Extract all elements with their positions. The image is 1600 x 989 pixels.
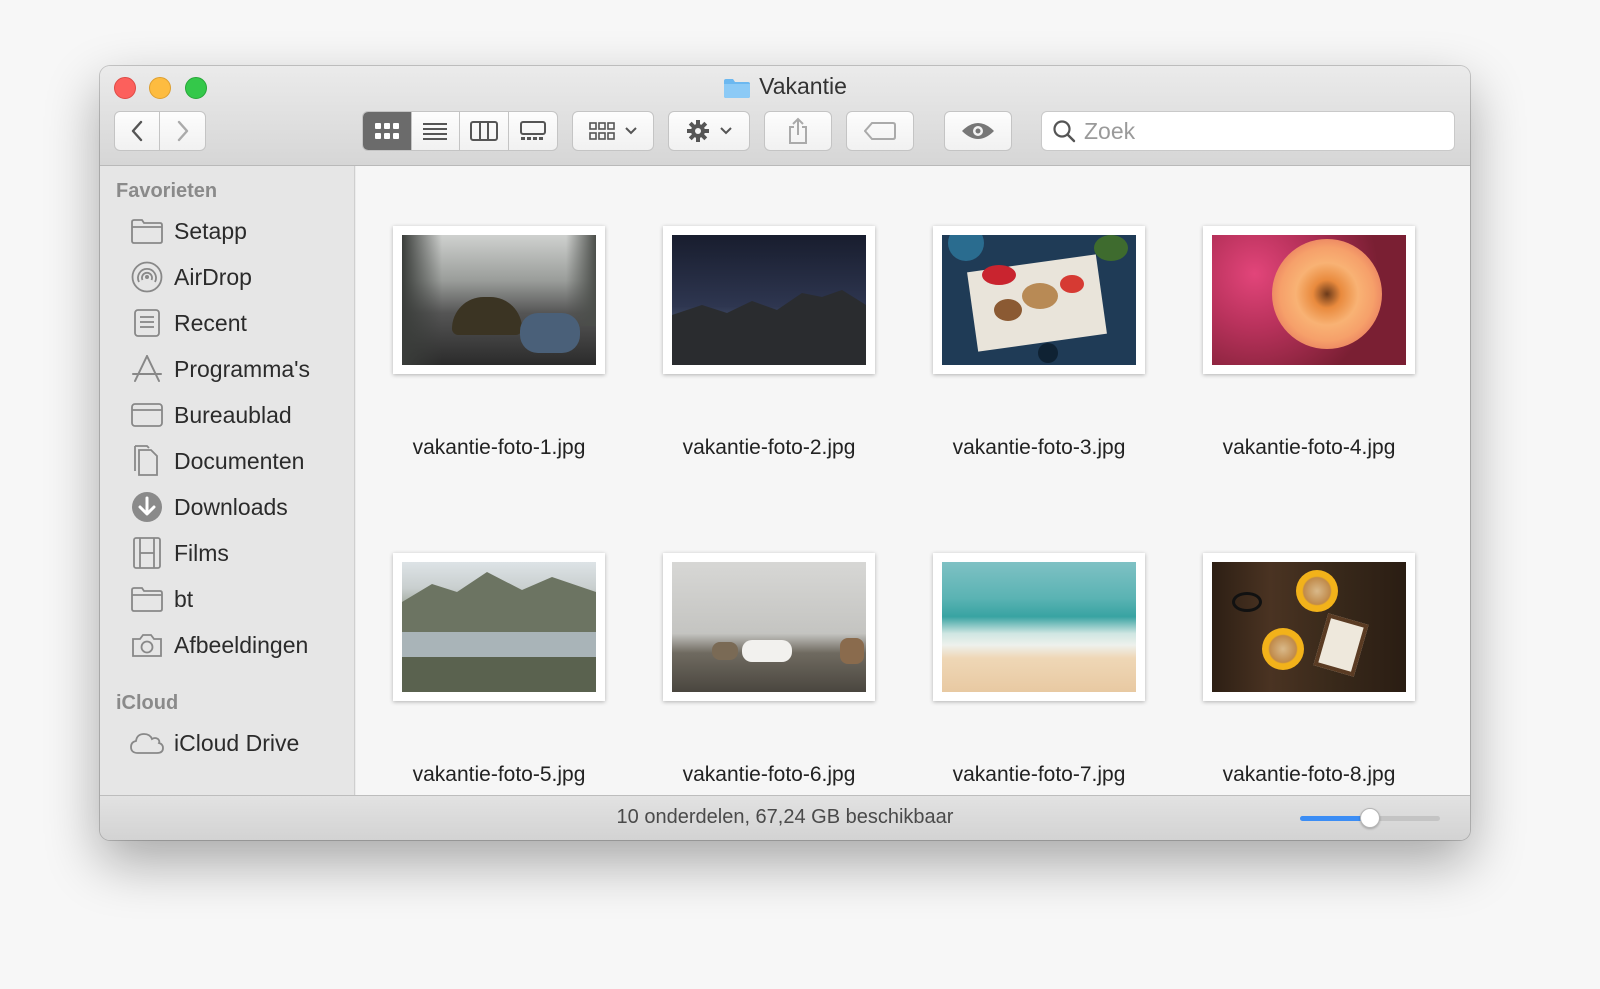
file-name: vakantie-foto-8.jpg [1222, 763, 1396, 786]
file-name: vakantie-foto-5.jpg [412, 763, 586, 786]
list-icon [423, 123, 448, 140]
folder-icon [723, 77, 751, 98]
sidebar-item-label: Setapp [174, 217, 247, 244]
file-thumbnail [663, 553, 875, 701]
sidebar-item-pictures[interactable]: Afbeeldingen [130, 625, 350, 665]
downloads-icon [130, 490, 164, 524]
sidebar-item-label: Recent [174, 309, 247, 336]
file-name: vakantie-foto-2.jpg [682, 436, 856, 459]
chevron-down-icon [625, 127, 637, 135]
sidebar-item-airdrop[interactable]: AirDrop [130, 257, 350, 297]
file-name: vakantie-foto-1.jpg [412, 436, 586, 459]
chevron-left-icon [131, 120, 143, 142]
file-name: vakantie-foto-6.jpg [682, 763, 856, 786]
icon-view-button[interactable] [363, 112, 412, 150]
list-view-button[interactable] [412, 112, 460, 150]
file-name: vakantie-foto-4.jpg [1222, 436, 1396, 459]
sidebar: Favorieten Setapp AirDrop Recent Program… [100, 166, 355, 795]
icloud-heading: iCloud [116, 692, 179, 714]
sidebar-item-label: bt [174, 585, 194, 612]
file-thumbnail [1203, 226, 1415, 374]
sidebar-item-label: Downloads [174, 493, 288, 520]
sidebar-item-recent[interactable]: Recent [130, 303, 350, 343]
file-thumbnail [933, 553, 1145, 701]
sidebar-item-label: Documenten [174, 447, 305, 474]
applications-icon [130, 352, 164, 386]
slider-knob[interactable] [1360, 808, 1380, 828]
column-view-button[interactable] [460, 112, 509, 150]
sidebar-item-films[interactable]: Films [130, 533, 350, 573]
window-title-text: Vakantie [759, 73, 847, 99]
columns-icon [469, 121, 498, 141]
file-thumbnail [393, 226, 605, 374]
share-icon [789, 117, 807, 144]
view-mode-control [362, 111, 558, 151]
tag-icon [864, 122, 896, 140]
group-by-button[interactable] [572, 111, 654, 151]
gallery-icon [519, 121, 546, 140]
sidebar-item-applications[interactable]: Programma's [130, 349, 350, 389]
grid-icon [374, 123, 399, 139]
back-button[interactable] [115, 112, 161, 150]
sidebar-item-label: iCloud Drive [174, 729, 300, 756]
camera-icon [130, 628, 164, 662]
chevron-right-icon [177, 120, 188, 142]
sidebar-item-documents[interactable]: Documenten [130, 441, 350, 481]
cloud-icon [130, 726, 164, 760]
file-name: vakantie-foto-3.jpg [952, 436, 1126, 459]
file-thumbnail [663, 226, 875, 374]
file-thumbnail [933, 226, 1145, 374]
sidebar-item-bt[interactable]: bt [130, 579, 350, 619]
search-field[interactable] [1041, 111, 1455, 151]
eye-icon [962, 123, 994, 139]
sidebar-item-setapp[interactable]: Setapp [130, 211, 350, 251]
sidebar-item-desktop[interactable]: Bureaublad [130, 395, 350, 435]
share-button[interactable] [764, 111, 832, 151]
search-icon [1053, 120, 1076, 143]
documents-icon [130, 444, 164, 478]
folder-icon [130, 214, 164, 248]
finder-window: Vakantie Zoek Favorieten Setapp AirDrop … [100, 66, 1470, 840]
forward-button[interactable] [160, 112, 205, 150]
gallery-view-button[interactable] [509, 112, 558, 150]
film-icon [130, 536, 164, 570]
quicklook-button[interactable] [944, 111, 1012, 151]
status-text: 10 onderdelen, 67,24 GB beschikbaar [616, 806, 954, 828]
sidebar-item-label: Afbeeldingen [174, 631, 309, 658]
file-thumbnail [393, 553, 605, 701]
sidebar-item-downloads[interactable]: Downloads [130, 487, 350, 527]
sidebar-item-icloud-drive[interactable]: iCloud Drive [130, 723, 350, 763]
airdrop-icon [130, 260, 164, 294]
chevron-down-icon [720, 127, 732, 135]
file-name: vakantie-foto-7.jpg [952, 763, 1126, 786]
icon-size-slider[interactable] [1300, 808, 1440, 828]
sidebar-item-label: AirDrop [174, 263, 252, 290]
favorites-heading: Favorieten [116, 180, 218, 202]
toolbar: Vakantie [100, 66, 1470, 166]
desktop-icon [130, 398, 164, 432]
file-thumbnail [1203, 553, 1415, 701]
sidebar-item-label: Films [174, 539, 229, 566]
gear-icon [687, 120, 709, 142]
search-input[interactable] [1084, 117, 1444, 145]
action-button[interactable] [668, 111, 750, 151]
recent-icon [130, 306, 164, 340]
nav-buttons [114, 111, 206, 151]
window-title: Vakantie [100, 73, 1470, 100]
status-bar: 10 onderdelen, 67,24 GB beschikbaar [100, 795, 1470, 840]
folder-icon [130, 582, 164, 616]
sidebar-item-label: Programma's [174, 355, 311, 382]
tag-button[interactable] [846, 111, 914, 151]
file-grid: vakantie-foto-1.jpg vakantie-foto-2.jpg [356, 166, 1470, 795]
grid-icon [589, 122, 615, 140]
sidebar-item-label: Bureaublad [174, 401, 292, 428]
